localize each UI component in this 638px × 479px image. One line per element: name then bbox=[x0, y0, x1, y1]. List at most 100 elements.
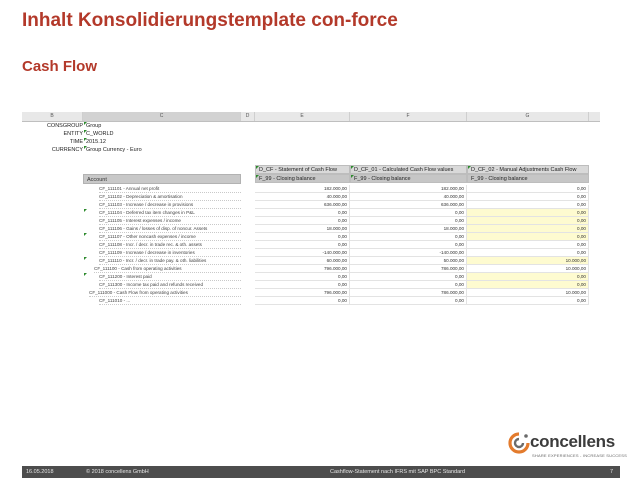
meta-row: CURRENCY Group Currency - Euro bbox=[22, 146, 242, 154]
logo-wordmark: concellens bbox=[530, 432, 615, 451]
account-cell[interactable]: CF_111104 - Deferred tax item changes in… bbox=[99, 209, 241, 217]
value-cell[interactable]: 0,00 bbox=[255, 217, 350, 225]
meta-value[interactable]: C_WORLD bbox=[86, 130, 114, 138]
value-cell[interactable]: 0,00 bbox=[467, 273, 589, 281]
meta-value[interactable]: 2015.12 bbox=[86, 138, 106, 146]
account-cell[interactable]: CF_111200 - Interest paid bbox=[99, 273, 241, 281]
table-row: CF_111107 - Other noncash expenses / inc… bbox=[22, 233, 600, 241]
value-cell[interactable]: 0,00 bbox=[467, 185, 589, 193]
dimension-header-g: D_CF_02 - Manual Adjustments Cash Flow bbox=[467, 165, 589, 174]
value-cell[interactable]: 796.000,00 bbox=[255, 289, 350, 297]
account-cell[interactable]: CF_111105 - Interest expenses / income bbox=[99, 217, 241, 225]
account-cell[interactable]: CF_111106 - Gains / losses of disp. of n… bbox=[99, 225, 241, 233]
value-cell[interactable]: 0,00 bbox=[255, 233, 350, 241]
dimension-header-e: D_CF - Statement of Cash Flow bbox=[255, 165, 350, 174]
value-cell[interactable]: 0,00 bbox=[350, 209, 467, 217]
comment-marker-icon bbox=[84, 273, 87, 276]
value-cell[interactable]: 0,00 bbox=[467, 241, 589, 249]
value-cell[interactable]: 50.000,00 bbox=[350, 257, 467, 265]
comment-marker-icon bbox=[351, 175, 354, 178]
account-cell[interactable]: CF_111100 - Cash from operating activiti… bbox=[94, 265, 241, 273]
value-cell[interactable]: 0,00 bbox=[350, 297, 467, 305]
logo-tagline: SHARE EXPERIENCES - INCREASE SUCCESS bbox=[532, 453, 627, 458]
account-cell[interactable]: CF_111101 - Annual net profit bbox=[99, 185, 241, 193]
flow-header-e: F_99 - Closing balance bbox=[255, 174, 350, 183]
table-row: CF_111108 - Incr. / decr. in trade rec. … bbox=[22, 241, 600, 249]
flow-header-g: F_99 - Closing balance bbox=[467, 174, 589, 183]
value-cell[interactable]: 0,00 bbox=[350, 233, 467, 241]
value-cell[interactable]: 0,00 bbox=[467, 217, 589, 225]
account-column-header: Account bbox=[83, 174, 241, 184]
account-cell[interactable]: CF_111102 - Depreciation & amortisation bbox=[99, 193, 241, 201]
footer-bar: 16.05.2018 © 2018 concellens GmbH Cashfl… bbox=[22, 466, 620, 478]
column-header-e[interactable]: E bbox=[255, 112, 350, 121]
value-cell[interactable]: 10.000,00 bbox=[467, 257, 589, 265]
value-cell[interactable]: 0,00 bbox=[255, 297, 350, 305]
value-cell[interactable]: -140.000,00 bbox=[255, 249, 350, 257]
comment-marker-icon bbox=[84, 209, 87, 212]
value-cell[interactable]: 40.000,00 bbox=[255, 193, 350, 201]
value-cell[interactable]: 10.000,00 bbox=[467, 265, 589, 273]
value-cell[interactable]: 40.000,00 bbox=[350, 193, 467, 201]
slide-title: Inhalt Konsolidierungstemplate con-force bbox=[22, 10, 398, 31]
value-cell[interactable]: 0,00 bbox=[467, 233, 589, 241]
table-row: CF_111300 - Income tax paid and refunds … bbox=[22, 281, 600, 289]
value-cell[interactable]: 0,00 bbox=[467, 249, 589, 257]
value-cell[interactable]: 0,00 bbox=[467, 297, 589, 305]
value-cell[interactable]: 0,00 bbox=[350, 281, 467, 289]
footer-date: 16.05.2018 bbox=[26, 469, 54, 475]
meta-value[interactable]: Group Currency - Euro bbox=[86, 146, 142, 154]
account-cell[interactable]: CF_111300 - Income tax paid and refunds … bbox=[99, 281, 241, 289]
value-cell[interactable]: 0,00 bbox=[255, 273, 350, 281]
column-header-g[interactable]: G bbox=[467, 112, 589, 121]
comment-marker-icon bbox=[84, 233, 87, 236]
value-cell[interactable]: 636.000,00 bbox=[350, 201, 467, 209]
meta-key: TIME bbox=[69, 139, 83, 145]
column-header-c[interactable]: C bbox=[83, 112, 241, 121]
account-cell[interactable]: CF_111103 - Increase / decrease in provi… bbox=[99, 201, 241, 209]
comment-marker-icon bbox=[468, 166, 471, 169]
footer-page-number: 7 bbox=[610, 469, 614, 475]
value-cell[interactable]: 0,00 bbox=[255, 209, 350, 217]
table-row: CF_111102 - Depreciation & amortisation 4… bbox=[22, 193, 600, 201]
value-cell[interactable]: 0,00 bbox=[350, 217, 467, 225]
value-cell[interactable]: 182.000,00 bbox=[350, 185, 467, 193]
value-cell[interactable]: 182.000,00 bbox=[255, 185, 350, 193]
value-cell[interactable]: 0,00 bbox=[467, 225, 589, 233]
value-cell[interactable]: 0,00 bbox=[350, 241, 467, 249]
value-cell[interactable]: 636.000,00 bbox=[255, 201, 350, 209]
account-cell[interactable]: CF_111010 - ... bbox=[99, 297, 241, 305]
value-cell[interactable]: 0,00 bbox=[467, 209, 589, 217]
value-cell[interactable]: 0,00 bbox=[467, 281, 589, 289]
value-cell[interactable]: 0,00 bbox=[255, 281, 350, 289]
account-cell[interactable]: CF_111109 - Increase / decrease in inven… bbox=[99, 249, 241, 257]
comment-marker-icon bbox=[84, 257, 87, 260]
account-cell[interactable]: CF_111108 - Incr. / decr. in trade rec. … bbox=[99, 241, 241, 249]
table-row: CF_111101 - Annual net profit 182.000,00 1… bbox=[22, 185, 600, 193]
meta-value[interactable]: Group bbox=[86, 122, 101, 130]
concellens-logo: concellens SHARE EXPERIENCES - INCREASE … bbox=[508, 432, 628, 462]
value-cell[interactable]: 60.000,00 bbox=[255, 257, 350, 265]
account-cell[interactable]: CF_111000 - Cash Flow from operating act… bbox=[89, 289, 241, 297]
table-row: CF_111103 - Increase / decrease in provi… bbox=[22, 201, 600, 209]
column-header-d[interactable]: D bbox=[241, 112, 255, 121]
column-header-f[interactable]: F bbox=[350, 112, 467, 121]
value-cell[interactable]: 0,00 bbox=[255, 241, 350, 249]
value-cell[interactable]: -140.000,00 bbox=[350, 249, 467, 257]
value-cell[interactable]: 18.000,00 bbox=[255, 225, 350, 233]
spreadsheet-screenshot: B C D E F G CONSGROUP Group ENTITY C_WOR… bbox=[22, 112, 600, 329]
value-cell[interactable]: 0,00 bbox=[350, 273, 467, 281]
value-cell[interactable]: 18.000,00 bbox=[350, 225, 467, 233]
value-cell[interactable]: 796.000,00 bbox=[255, 265, 350, 273]
column-header-b[interactable]: B bbox=[22, 112, 83, 121]
account-cell[interactable]: CF_111107 - Other noncash expenses / inc… bbox=[99, 233, 241, 241]
value-cell[interactable]: 0,00 bbox=[467, 193, 589, 201]
value-cell[interactable]: 786.000,00 bbox=[350, 289, 467, 297]
account-cell[interactable]: CF_111110 - Incr. / decr. in trade pay. … bbox=[99, 257, 241, 265]
value-cell[interactable]: 786.000,00 bbox=[350, 265, 467, 273]
meta-row: ENTITY C_WORLD bbox=[22, 130, 242, 138]
logo-mark-icon bbox=[508, 432, 530, 454]
value-cell[interactable]: 10.000,00 bbox=[467, 289, 589, 297]
meta-row: TIME 2015.12 bbox=[22, 138, 242, 146]
value-cell[interactable]: 0,00 bbox=[467, 201, 589, 209]
